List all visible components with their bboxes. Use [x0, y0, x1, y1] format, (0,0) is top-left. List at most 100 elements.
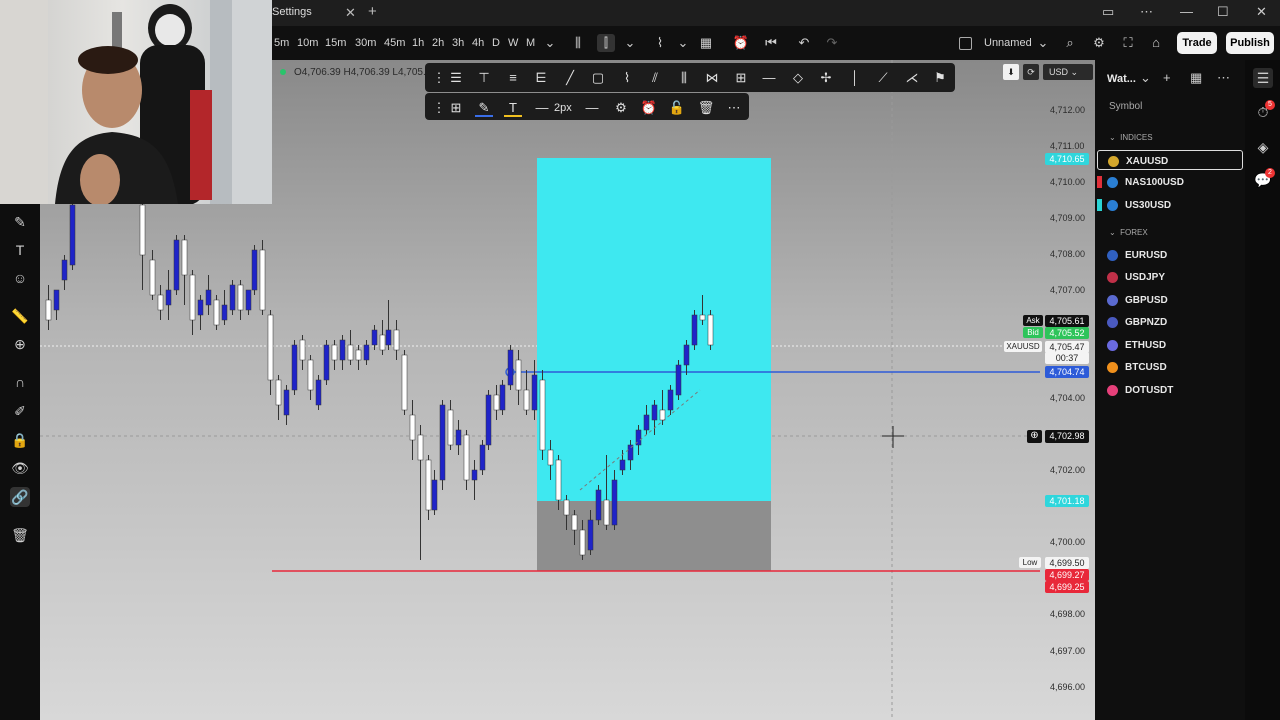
timeframe-45m[interactable]: 45m	[384, 37, 405, 49]
indicators-icon[interactable]: ⌇	[651, 34, 669, 52]
advanced-view-icon[interactable]: ▦	[1190, 70, 1202, 86]
stay-drawing-icon[interactable]: ✐	[10, 401, 30, 421]
vertical-line-icon[interactable]: │	[846, 69, 864, 87]
watchlist-row-xauusd[interactable]: XAUUSD	[1097, 150, 1243, 170]
ellipse-icon[interactable]: ◇	[789, 69, 807, 87]
timeframe-3h[interactable]: 3h	[452, 37, 464, 49]
channel-icon[interactable]: ⫽	[646, 69, 664, 87]
maximize-icon[interactable]: ☐	[1217, 4, 1229, 20]
timeframe-1h[interactable]: 1h	[412, 37, 424, 49]
trade-button[interactable]: Trade	[1177, 32, 1217, 54]
more-icon[interactable]: ⋯	[725, 99, 743, 117]
timeframe-4h[interactable]: 4h	[472, 37, 484, 49]
candles-icon[interactable]: ⫿	[597, 34, 615, 52]
bars-pattern-icon[interactable]: ⫼	[675, 69, 693, 87]
gear-icon[interactable]: ⚙	[1090, 34, 1108, 52]
tab-settings[interactable]: Settings	[272, 6, 312, 18]
drag-handle-icon[interactable]: ⋮	[430, 69, 448, 87]
chevron-down-icon[interactable]: ⌄	[674, 34, 692, 52]
tab-close-icon[interactable]: ✕	[345, 5, 356, 21]
download-icon[interactable]: ⬇	[1003, 64, 1019, 80]
magnet-icon[interactable]: ∩	[10, 372, 30, 392]
chevron-down-icon[interactable]: ⌄	[621, 34, 639, 52]
add-alert-icon[interactable]: ⊕	[1027, 430, 1042, 443]
alert-icon[interactable]: ⏰	[640, 99, 658, 117]
emoji-icon[interactable]: ☺	[10, 268, 30, 288]
timeframe-w[interactable]: W	[508, 37, 518, 49]
watchlist-row-us30usd[interactable]: US30USD	[1097, 195, 1243, 215]
watchlist-title[interactable]: Wat...	[1107, 73, 1136, 85]
templates-icon[interactable]: ▦	[697, 34, 715, 52]
watchlist-row-eurusd[interactable]: EURUSD	[1097, 245, 1243, 265]
chevron-down-icon[interactable]: ⌄	[1140, 70, 1151, 86]
watchlist-row-usdjpy[interactable]: USDJPY	[1097, 267, 1243, 287]
add-symbol-icon[interactable]: +	[1163, 70, 1171, 85]
delete-icon[interactable]: 🗑	[697, 99, 715, 117]
timeframe-10m[interactable]: 10m	[297, 37, 318, 49]
layers-icon[interactable]: ◈	[1253, 137, 1273, 157]
price-axis[interactable]: 4,712.00 4,711.00 4,710.65 4,710.00 4,70…	[1004, 60, 1095, 720]
brush-tool-icon[interactable]: ⟋	[874, 69, 892, 87]
watchlist-row-gbpnzd[interactable]: GBPNZD	[1097, 312, 1243, 332]
more-dots-icon[interactable]: ⋯	[1140, 4, 1153, 20]
brush-icon[interactable]: ✎	[10, 212, 30, 232]
watchlist-row-btcusd[interactable]: BTCUSD	[1097, 357, 1243, 377]
pitchfork-icon[interactable]: ⊤	[475, 69, 493, 87]
screen-share-icon[interactable]: ▭	[1102, 4, 1114, 20]
line-width-icon[interactable]: —	[533, 99, 551, 117]
search-icon[interactable]: ⌕	[1061, 34, 1079, 52]
watchlist-row-ethusd[interactable]: ETHUSD	[1097, 335, 1243, 355]
timeframe-5m[interactable]: 5m	[274, 37, 289, 49]
line-color-icon[interactable]: ✎	[475, 99, 493, 117]
more-icon[interactable]: ⋯	[1217, 70, 1230, 86]
long-position-icon[interactable]: ⊞	[732, 69, 750, 87]
text-color-icon[interactable]: T	[504, 99, 522, 117]
minimize-icon[interactable]: —	[1180, 4, 1193, 19]
timeframe-30m[interactable]: 30m	[355, 37, 376, 49]
drag-handle-icon[interactable]: ⋮	[430, 99, 448, 117]
timeframe-d[interactable]: D	[492, 37, 500, 49]
group-forex[interactable]: ⌄ FOREX	[1109, 228, 1148, 237]
horizontal-line-icon[interactable]: —	[760, 69, 778, 87]
regression-icon[interactable]: ⋿	[532, 69, 550, 87]
fib-tool-icon[interactable]: ☰	[447, 69, 465, 87]
chevron-down-icon[interactable]: ⌄	[1034, 34, 1052, 52]
eye-icon[interactable]: 👁	[10, 458, 30, 478]
layout-name[interactable]: Unnamed	[984, 37, 1032, 49]
timeframe-2h[interactable]: 2h	[432, 37, 444, 49]
rectangle-icon[interactable]: ▢	[589, 69, 607, 87]
trendline-icon[interactable]: ╱	[561, 69, 579, 87]
line-style-icon[interactable]: —	[583, 99, 601, 117]
ruler-icon[interactable]: 📏	[10, 306, 30, 326]
watchlist-row-nas100usd[interactable]: NAS100USD	[1097, 172, 1243, 192]
zoom-in-icon[interactable]: ⊕	[10, 334, 30, 354]
watchlist-row-dotusdt[interactable]: DOTUSDT	[1097, 380, 1243, 400]
undo-icon[interactable]: ↶	[795, 34, 813, 52]
lock-icon[interactable]: 🔓	[668, 99, 686, 117]
fullscreen-icon[interactable]: ⛶	[1119, 34, 1137, 52]
flag-icon[interactable]: ⚑	[931, 69, 949, 87]
trash-icon[interactable]: 🗑	[10, 525, 30, 545]
arrow-tool-icon[interactable]: ⋌	[903, 69, 921, 87]
redo-icon[interactable]: ↷	[823, 34, 841, 52]
link-icon[interactable]: 🔗	[10, 487, 30, 507]
template-grid-icon[interactable]: ⊞	[447, 99, 465, 117]
publish-button[interactable]: Publish	[1226, 32, 1274, 54]
xabcd-icon[interactable]: ⋈	[703, 69, 721, 87]
text-tool-icon[interactable]: T	[10, 240, 30, 260]
alert-clock-icon[interactable]: ⏰	[732, 34, 750, 52]
settings-gear-icon[interactable]: ⚙	[612, 99, 630, 117]
crosshair-icon[interactable]: ✢	[817, 69, 835, 87]
chevron-down-icon[interactable]: ⌄	[541, 34, 559, 52]
path-icon[interactable]: ⌇	[618, 69, 636, 87]
refresh-icon[interactable]: ⟳	[1023, 64, 1039, 80]
timeframe-m[interactable]: M	[526, 37, 535, 49]
watchlist-row-gbpusd[interactable]: GBPUSD	[1097, 290, 1243, 310]
symbol-column-header[interactable]: Symbol	[1109, 101, 1142, 112]
timeframe-15m[interactable]: 15m	[325, 37, 346, 49]
parallel-channel-icon[interactable]: ≡	[504, 69, 522, 87]
bar-chart-icon[interactable]: ⫼	[569, 34, 587, 52]
close-window-icon[interactable]: ✕	[1256, 4, 1267, 20]
group-indices[interactable]: ⌄ INDICES	[1109, 133, 1153, 142]
watchlist-icon[interactable]: ☰	[1253, 68, 1273, 88]
